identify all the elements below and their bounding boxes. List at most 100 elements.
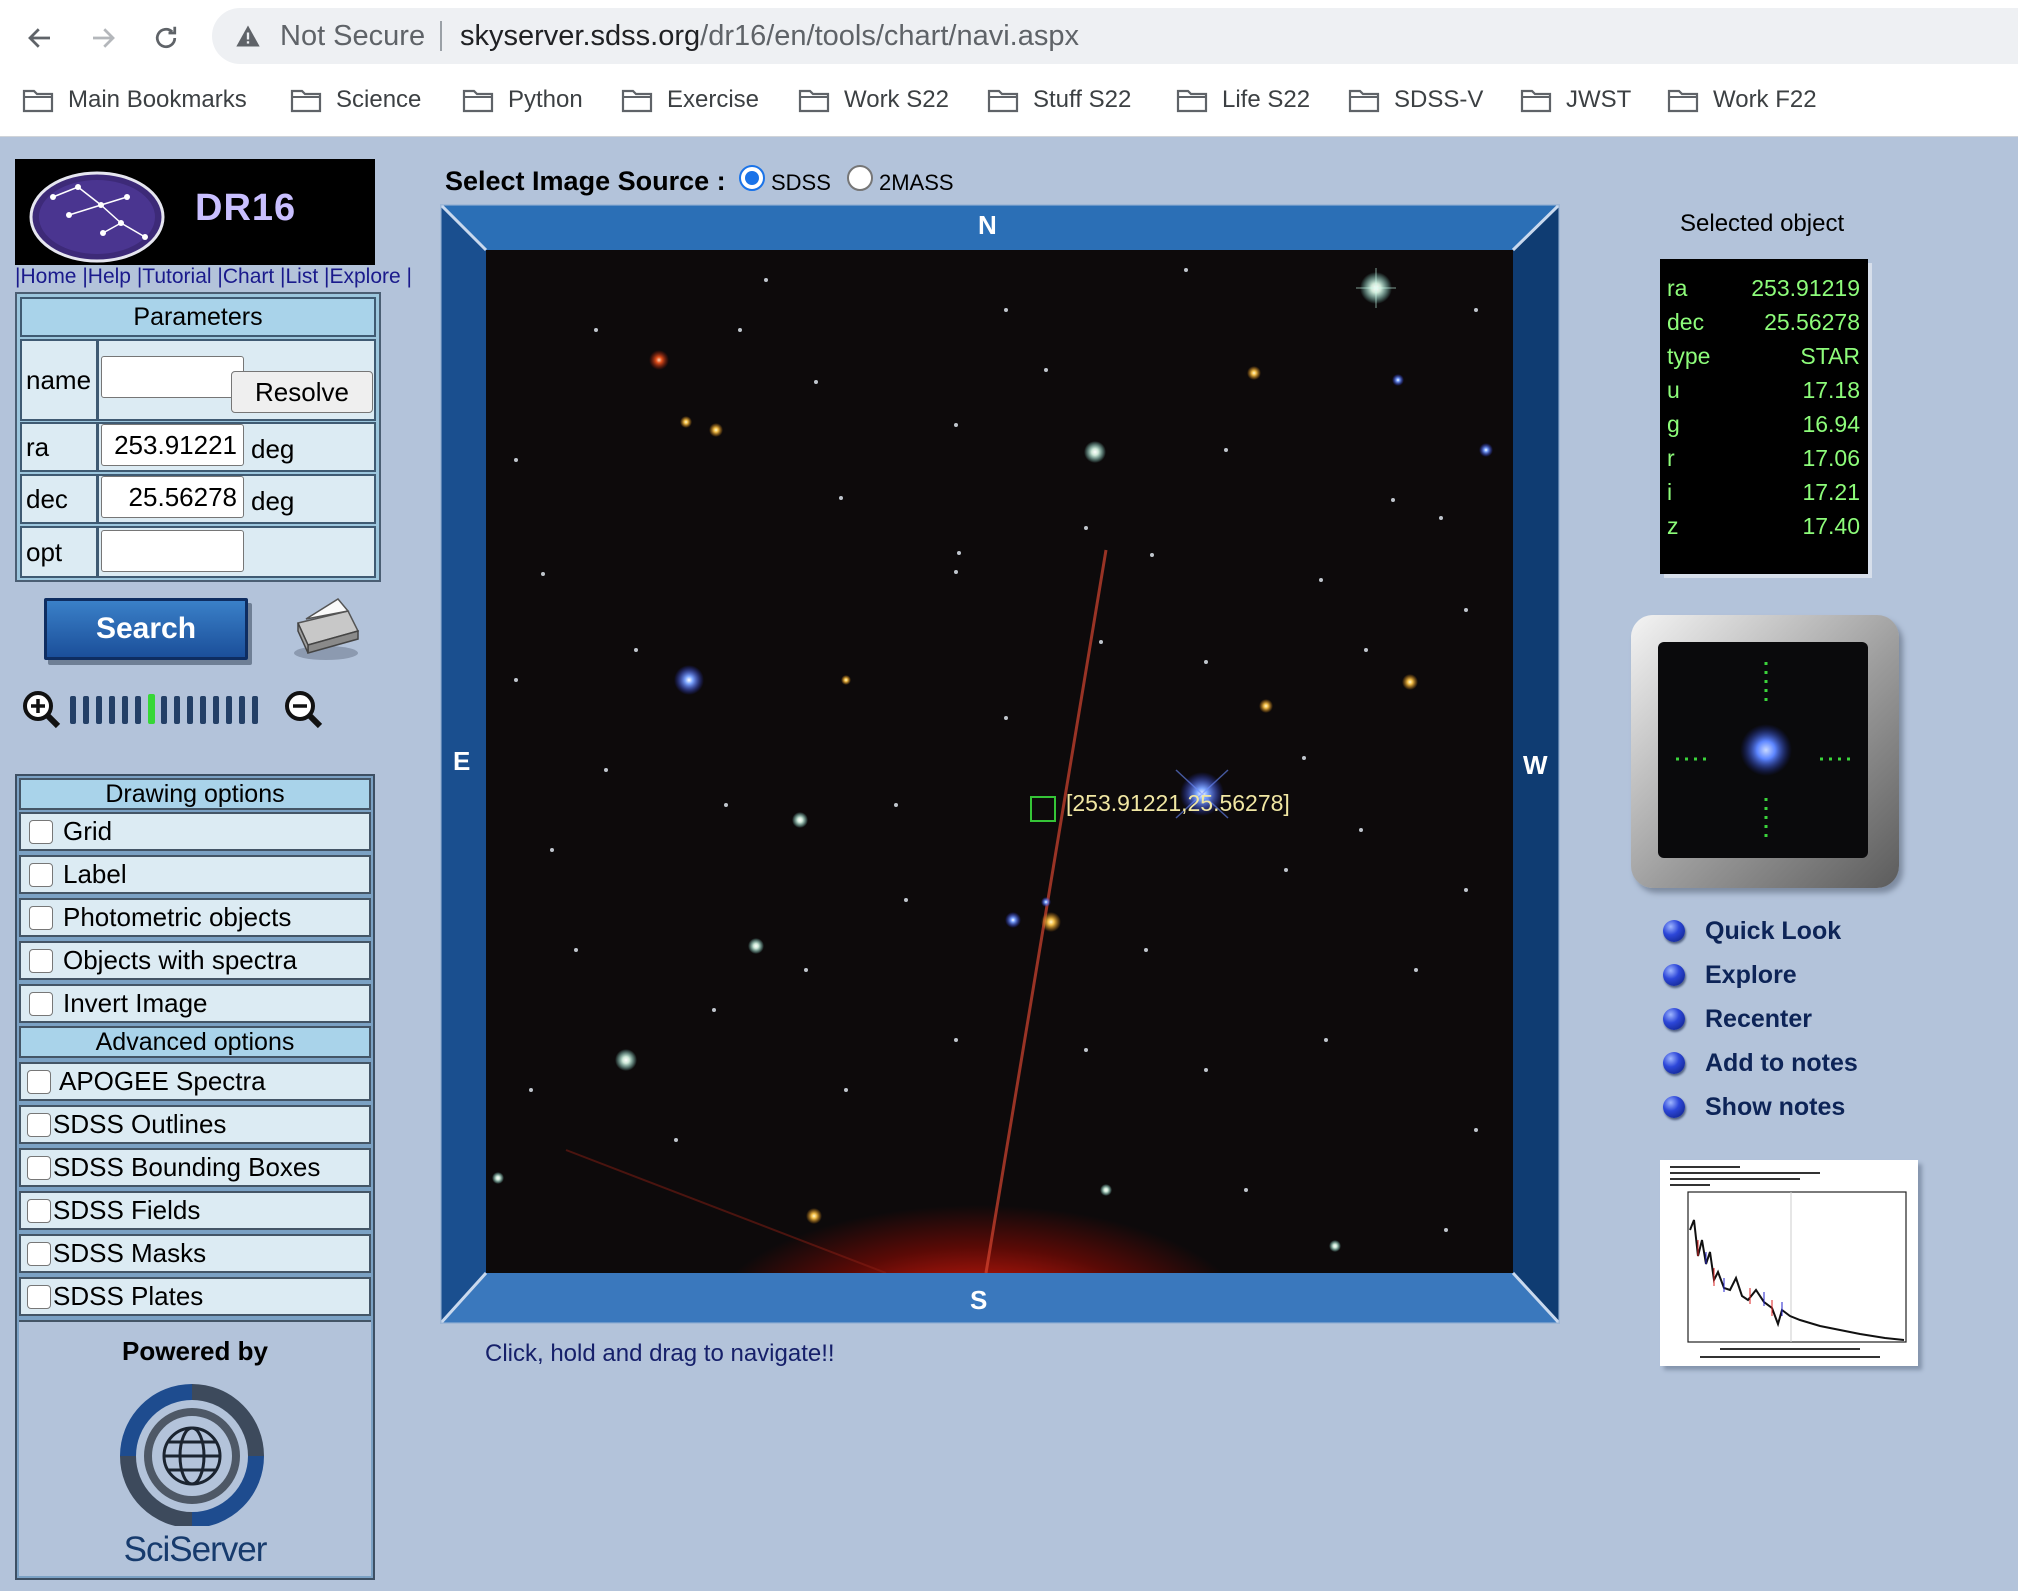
action-label: Recenter [1705, 1004, 1812, 1033]
ra-unit: deg [251, 434, 295, 464]
powered-by-label: Powered by [122, 1336, 268, 1366]
target-coordinates: [253.91221,25.56278] [1066, 790, 1290, 816]
masks-checkbox[interactable] [27, 1241, 51, 1266]
label-checkbox[interactable] [29, 862, 53, 887]
option-label: SDSS Outlines [53, 1109, 227, 1139]
divider [440, 21, 442, 51]
link-list[interactable]: List [286, 265, 319, 288]
back-button[interactable] [18, 16, 62, 60]
bookmark-folder[interactable]: Science [290, 78, 421, 122]
sky-viewer[interactable]: [253.91221,25.56278] N S E W [440, 204, 1560, 1324]
link-home[interactable]: Home [20, 265, 76, 288]
security-label[interactable]: Not Secure [280, 20, 425, 53]
apogee-checkbox[interactable] [27, 1069, 51, 1094]
field-value: 25.56278 [1764, 309, 1860, 335]
bookmark-folder[interactable]: Python [462, 78, 583, 122]
arrow-right-icon [93, 28, 115, 48]
bullet-icon [1663, 1008, 1685, 1030]
field-u: u 17.18 [1660, 377, 1868, 411]
action-label: Add to notes [1705, 1048, 1858, 1077]
outlines-checkbox[interactable] [27, 1112, 51, 1137]
field-value: 16.94 [1802, 411, 1860, 437]
bookmark-folder[interactable]: Work S22 [798, 78, 949, 122]
option-objects-with-spectra[interactable]: Objects with spectra [19, 941, 371, 980]
printer-icon[interactable] [288, 593, 364, 663]
sdss-radio[interactable] [739, 165, 765, 191]
quick-look-link[interactable]: Quick Look [1663, 914, 1841, 948]
name-label: name [26, 365, 92, 395]
grid-checkbox[interactable] [29, 819, 53, 844]
option-invert-image[interactable]: Invert Image [19, 984, 371, 1023]
field-value: 253.91219 [1751, 275, 1860, 301]
address-bar[interactable]: Not Secure skyserver.sdss.org/dr16/en/to… [212, 8, 2018, 64]
option-sdss-plates[interactable]: SDSS Plates [19, 1277, 371, 1316]
zoom-control[interactable] [20, 688, 332, 732]
dec-input[interactable]: 25.56278 [101, 476, 244, 518]
bookmark-label: SDSS-V [1394, 86, 1484, 113]
bounding-boxes-checkbox[interactable] [27, 1155, 51, 1180]
bookmark-folder[interactable]: Main Bookmarks [22, 78, 247, 122]
option-label-toggle[interactable]: Label [19, 855, 371, 894]
field-value: 17.18 [1802, 377, 1860, 403]
url-text[interactable]: skyserver.sdss.org/dr16/en/tools/chart/n… [460, 20, 1079, 53]
stars [492, 268, 1493, 1252]
object-thumbnail[interactable] [1631, 615, 1899, 888]
zoom-slider[interactable] [66, 692, 286, 728]
search-button[interactable]: Search [44, 598, 248, 660]
add-to-notes-link[interactable]: Add to notes [1663, 1046, 1858, 1080]
option-sdss-bounding-boxes[interactable]: SDSS Bounding Boxes [19, 1148, 371, 1187]
link-explore[interactable]: Explore [329, 265, 400, 288]
link-help[interactable]: Help [88, 265, 131, 288]
2mass-radio-label[interactable]: 2MASS [879, 170, 954, 196]
powered-by-section: Powered by SciServer [19, 1320, 371, 1576]
bookmark-folder[interactable]: SDSS-V [1348, 78, 1483, 122]
link-tutorial[interactable]: Tutorial [142, 265, 211, 288]
resolve-button[interactable]: Resolve [231, 371, 373, 413]
show-notes-link[interactable]: Show notes [1663, 1090, 1845, 1124]
option-photometric-objects[interactable]: Photometric objects [19, 898, 371, 937]
dr16-logo[interactable]: DR16 [15, 159, 375, 265]
ra-input[interactable]: 253.91221 [101, 424, 244, 466]
advanced-options-header: Advanced options [19, 1026, 371, 1058]
option-apogee-spectra[interactable]: APOGEE Spectra [19, 1062, 371, 1101]
zoom-out-icon[interactable] [282, 688, 326, 732]
field-key: ra [1667, 275, 1688, 301]
bookmark-folder[interactable]: Work F22 [1667, 78, 1817, 122]
photometric-checkbox[interactable] [29, 905, 53, 930]
ra-label-cell: ra [20, 422, 98, 472]
field-g: g 16.94 [1660, 411, 1868, 445]
sciserver-logo-icon[interactable] [117, 1384, 267, 1526]
option-grid[interactable]: Grid [19, 812, 371, 851]
option-sdss-masks[interactable]: SDSS Masks [19, 1234, 371, 1273]
fields-checkbox[interactable] [27, 1198, 51, 1223]
field-ra: ra 253.91219 [1660, 275, 1868, 309]
option-sdss-fields[interactable]: SDSS Fields [19, 1191, 371, 1230]
explore-link[interactable]: Explore [1663, 958, 1797, 992]
plates-checkbox[interactable] [27, 1284, 51, 1309]
selected-object-panel: ra 253.91219 dec 25.56278 type STAR u 17.18 … [1660, 259, 1868, 574]
bookmark-folder[interactable]: JWST [1520, 78, 1631, 122]
link-chart[interactable]: Chart [223, 265, 274, 288]
field-value: STAR [1800, 343, 1860, 369]
spectrum-thumbnail[interactable] [1660, 1160, 1918, 1366]
option-sdss-outlines[interactable]: SDSS Outlines [19, 1105, 371, 1144]
target-marker[interactable] [1030, 796, 1056, 822]
bookmark-folder[interactable]: Stuff S22 [987, 78, 1131, 122]
spectra-checkbox[interactable] [29, 948, 53, 973]
sdss-radio-label[interactable]: SDSS [771, 170, 831, 196]
field-i: i 17.21 [1660, 479, 1868, 513]
option-label: APOGEE Spectra [59, 1066, 266, 1096]
2mass-radio[interactable] [847, 165, 873, 191]
north-label: N [978, 210, 997, 240]
recenter-link[interactable]: Recenter [1663, 1002, 1812, 1036]
warning-icon [236, 25, 260, 47]
bookmark-folder[interactable]: Life S22 [1176, 78, 1310, 122]
sky-image[interactable]: [253.91221,25.56278] [486, 250, 1513, 1273]
bookmark-folder[interactable]: Exercise [621, 78, 759, 122]
zoom-in-icon[interactable] [20, 688, 64, 732]
invert-checkbox[interactable] [29, 991, 53, 1016]
name-input[interactable] [101, 356, 244, 398]
forward-button[interactable] [81, 16, 125, 60]
reload-button[interactable] [144, 16, 188, 60]
opt-input[interactable] [101, 530, 244, 572]
